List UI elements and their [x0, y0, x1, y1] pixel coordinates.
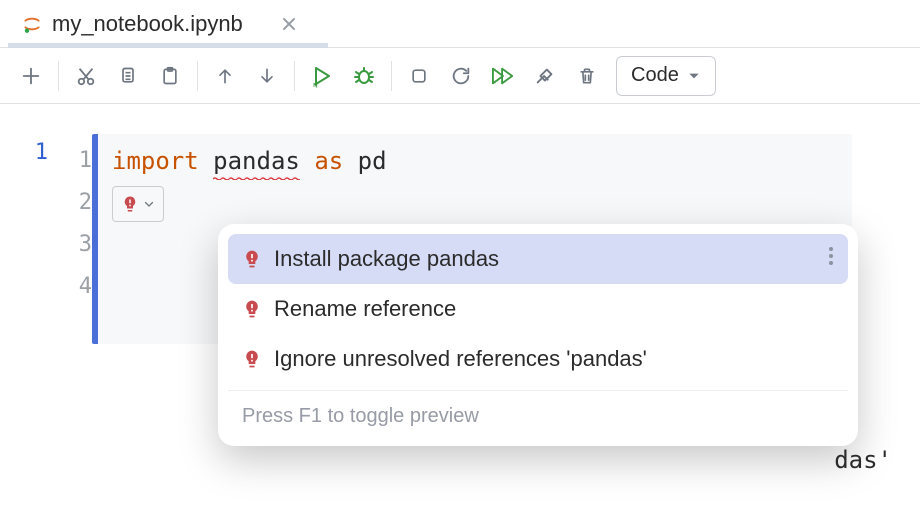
intention-bulb-button[interactable] [112, 186, 164, 222]
delete-cell-button[interactable] [566, 55, 608, 97]
line-number-gutter: 1 2 3 4 [48, 134, 92, 344]
intention-rename-reference[interactable]: Rename reference [228, 284, 848, 334]
cut-button[interactable] [65, 55, 107, 97]
intention-label: Ignore unresolved references 'pandas' [274, 346, 647, 372]
svg-text:I: I [316, 84, 318, 88]
intention-ignore-unresolved[interactable]: Ignore unresolved references 'pandas' [228, 334, 848, 384]
chevron-down-icon [143, 198, 155, 210]
error-bulb-icon [242, 299, 262, 319]
intention-label: Rename reference [274, 296, 456, 322]
move-down-button[interactable] [246, 55, 288, 97]
interrupt-button[interactable] [398, 55, 440, 97]
error-bulb-icon [242, 349, 262, 369]
cell-type-select[interactable]: Code [616, 56, 716, 96]
error-bulb-icon [121, 195, 139, 213]
unresolved-module[interactable]: pandas [213, 140, 300, 182]
run-all-button[interactable] [482, 55, 524, 97]
intention-footer-hint: Press F1 to toggle preview [228, 390, 848, 446]
intention-popup: Install package pandas Rename reference [218, 224, 858, 446]
error-bulb-icon [242, 249, 262, 269]
tab-active-indicator [8, 43, 328, 48]
add-cell-button[interactable] [10, 55, 52, 97]
debug-cell-button[interactable] [343, 55, 385, 97]
restart-button[interactable] [440, 55, 482, 97]
run-cell-button[interactable]: I [301, 55, 343, 97]
copy-button[interactable] [107, 55, 149, 97]
tab-filename: my_notebook.ipynb [52, 11, 243, 37]
intention-label: Install package pandas [274, 246, 499, 272]
jupyter-icon [22, 14, 42, 34]
code-line[interactable]: import pandas as pd [112, 140, 852, 182]
paste-button[interactable] [149, 55, 191, 97]
notebook-toolbar: I Code [0, 48, 920, 104]
cell-type-label: Code [631, 64, 679, 87]
editor-area: 1 1 2 3 4 import pandas as pd [0, 104, 920, 344]
more-options-icon[interactable] [828, 246, 834, 272]
clear-outputs-button[interactable] [524, 55, 566, 97]
chevron-down-icon [687, 69, 701, 83]
close-icon[interactable] [281, 16, 297, 32]
code-cell[interactable]: import pandas as pd Install package pand… [92, 134, 852, 344]
editor-tabs: my_notebook.ipynb [0, 0, 920, 48]
intention-install-package[interactable]: Install package pandas [228, 234, 848, 284]
file-tab[interactable]: my_notebook.ipynb [8, 0, 311, 47]
execution-count-gutter: 1 [0, 134, 48, 344]
partial-text: das' [834, 446, 892, 474]
move-up-button[interactable] [204, 55, 246, 97]
